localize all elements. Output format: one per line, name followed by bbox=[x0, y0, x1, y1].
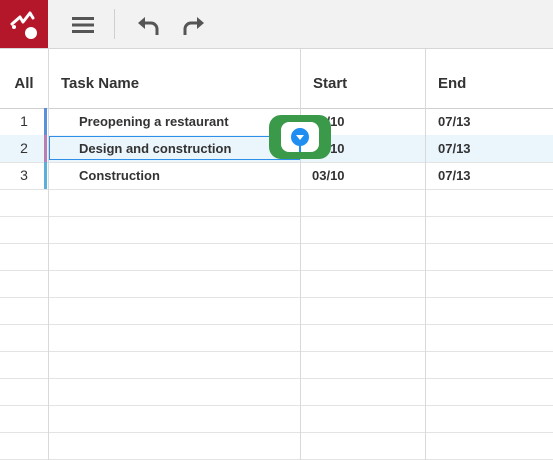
empty-row[interactable] bbox=[0, 432, 553, 460]
column-divider[interactable] bbox=[425, 49, 426, 460]
empty-row[interactable] bbox=[0, 189, 553, 217]
row-color-bar bbox=[44, 135, 47, 162]
column-header-start[interactable]: Start bbox=[313, 49, 347, 108]
empty-row[interactable] bbox=[0, 405, 553, 433]
empty-row[interactable] bbox=[0, 324, 553, 352]
undo-icon[interactable] bbox=[136, 12, 162, 38]
column-header-task-name[interactable]: Task Name bbox=[61, 49, 139, 108]
hamburger-menu-icon[interactable] bbox=[70, 12, 96, 38]
column-header-end[interactable]: End bbox=[438, 49, 466, 108]
end-date-cell[interactable]: 07/13 bbox=[438, 108, 471, 135]
drag-handle-dot-icon[interactable] bbox=[291, 128, 309, 146]
row-drag-handle-highlight bbox=[269, 115, 331, 159]
toolbar bbox=[0, 0, 553, 49]
row-drag-handle[interactable] bbox=[281, 122, 319, 152]
column-header-all[interactable]: All bbox=[0, 49, 48, 108]
task-name-cell[interactable]: Preopening a restaurant bbox=[79, 108, 229, 135]
task-grid: All Task Name Start End 1 Preopening a r… bbox=[0, 49, 553, 460]
table-row[interactable]: 3 Construction 03/10 07/13 bbox=[0, 162, 553, 190]
empty-row[interactable] bbox=[0, 297, 553, 325]
start-date-cell[interactable]: 03/10 bbox=[312, 162, 345, 189]
empty-row[interactable] bbox=[0, 378, 553, 406]
empty-row[interactable] bbox=[0, 216, 553, 244]
redo-icon[interactable] bbox=[180, 12, 206, 38]
row-index: 2 bbox=[20, 140, 28, 156]
row-index: 3 bbox=[20, 167, 28, 183]
row-color-bar bbox=[44, 162, 47, 189]
end-date-cell[interactable]: 07/13 bbox=[438, 135, 471, 162]
app-logo-icon[interactable] bbox=[0, 0, 48, 48]
row-index: 1 bbox=[20, 113, 28, 129]
grid-header: All Task Name Start End bbox=[0, 49, 553, 109]
end-date-cell[interactable]: 07/13 bbox=[438, 162, 471, 189]
task-name-cell[interactable]: Design and construction bbox=[79, 135, 231, 162]
row-color-bar bbox=[44, 108, 47, 135]
task-name-cell[interactable]: Construction bbox=[79, 162, 160, 189]
drag-handle-stem bbox=[299, 146, 301, 152]
empty-row[interactable] bbox=[0, 270, 553, 298]
column-divider[interactable] bbox=[300, 49, 301, 460]
empty-row[interactable] bbox=[0, 243, 553, 271]
column-divider bbox=[48, 49, 49, 460]
empty-row[interactable] bbox=[0, 351, 553, 379]
toolbar-separator bbox=[114, 9, 115, 39]
